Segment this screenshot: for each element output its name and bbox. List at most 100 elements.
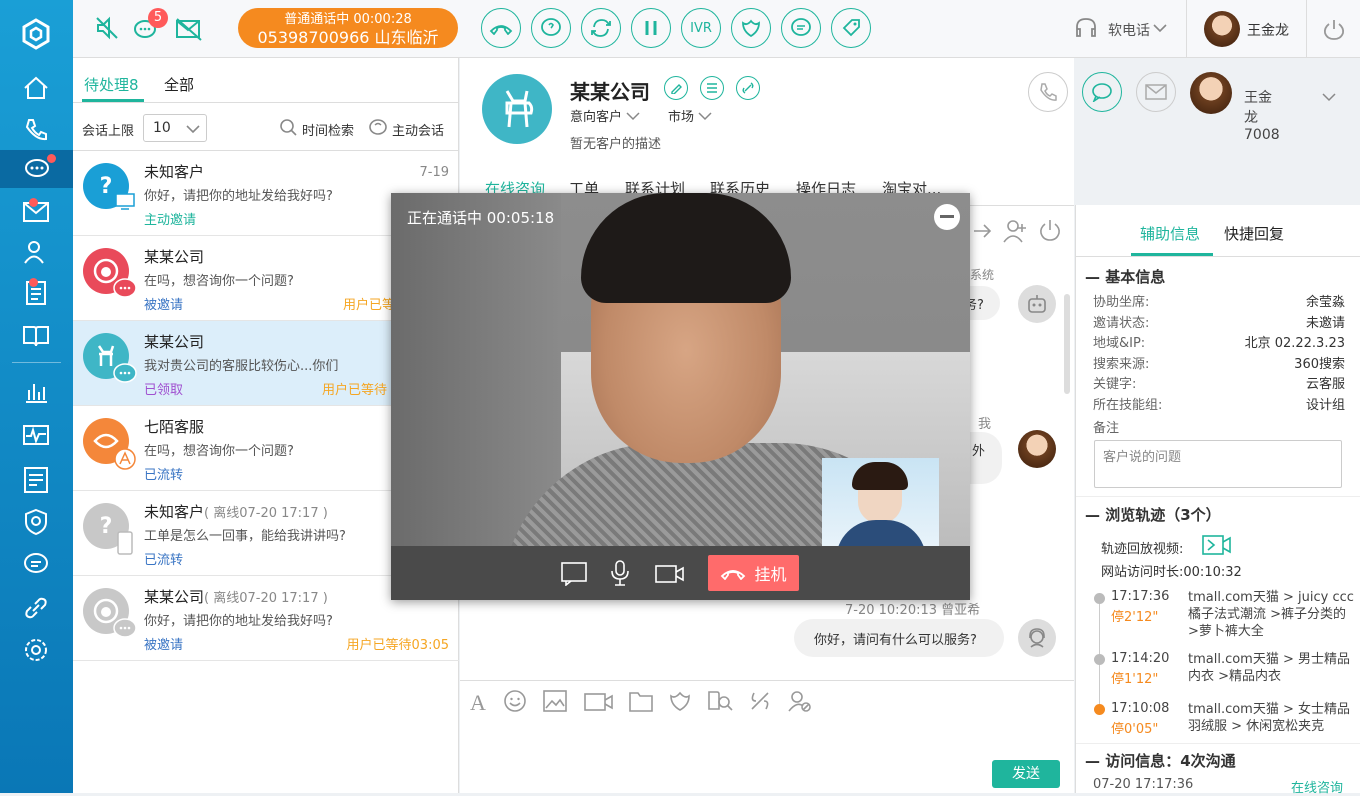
transfer-icon[interactable] [581,8,621,48]
checklist-icon[interactable] [18,464,54,496]
visit-info-title[interactable]: — 访问信息：4次沟通 [1085,750,1236,771]
video-call-window[interactable]: 正在通话中 00:05:18 挂机 [391,193,970,600]
kv-row: 关键字: 云客服 [1093,377,1345,392]
clipboard-icon[interactable] [18,276,54,308]
contacts-icon[interactable] [18,236,54,268]
wechat-badge-icon [113,278,137,298]
book-icon[interactable] [18,320,54,352]
track-path: tmall.com天猫 > 男士精品 内衣 >精品内衣 [1188,652,1351,684]
email-icon[interactable] [1136,72,1176,112]
message-icon[interactable] [781,8,821,48]
basic-info-title[interactable]: — 基本信息 [1085,266,1165,287]
mail-icon[interactable] [18,196,54,228]
system-label: 系统 [970,268,995,282]
link-icon[interactable] [18,592,54,624]
phone-icon[interactable] [18,114,54,146]
tag-icon[interactable] [831,8,871,48]
video-replay-icon[interactable] [1202,534,1232,556]
limit-value: 10 [153,120,171,136]
knowledge-search-icon[interactable] [707,689,733,713]
shield-icon[interactable] [18,506,54,538]
item-offline: ( 离线07-20 17:17 ) [204,506,328,521]
mute-icon[interactable] [95,16,121,44]
customer-name: 某某公司 [570,80,650,104]
chat-scrollbar[interactable] [1064,294,1070,394]
note-textarea[interactable]: 客户说的问题 [1094,440,1342,488]
hangup-icon[interactable] [481,8,521,48]
satisfaction-icon[interactable] [731,8,771,48]
hangup-icon [721,570,746,580]
item-name: 某某公司( 离线07-20 17:17 ) [144,588,328,606]
headset-icon[interactable] [1073,17,1099,45]
forward-icon[interactable] [972,220,994,242]
call-status-pill[interactable]: 普通通话中 00:00:28 05398700966 山东临沂 [238,8,458,48]
link-icon[interactable] [736,76,760,100]
assist-panel: 辅助信息 快捷回复 — 基本信息 协助坐席: 余莹淼 邀请状态: 未邀请 地域&IP… [1075,205,1360,796]
search-icon[interactable] [279,118,297,140]
chevron-down-icon[interactable] [1153,22,1167,37]
customer-tag-1[interactable]: 意向客户 [570,106,640,125]
chevron-down-icon [698,112,712,121]
tab-all[interactable]: 全部 [164,74,194,95]
tab-pending[interactable]: 待处理8 [84,74,139,95]
customer-tag-2[interactable]: 市场 [668,106,712,125]
active-chat-icon[interactable] [368,118,388,140]
chat-toggle-icon[interactable] [561,562,587,586]
consult-icon[interactable] [531,8,571,48]
tab-assist-info[interactable]: 辅助信息 [1140,223,1200,244]
timeline-dot-current [1094,704,1105,715]
hangup-button[interactable]: 挂机 [708,555,799,591]
item-time: 7-19 [419,165,449,180]
pause-icon[interactable] [631,8,671,48]
timeline-dot [1094,654,1105,665]
home-icon[interactable] [18,72,54,104]
kv-row: 所在技能组: 设计组 [1093,398,1345,413]
minimize-icon[interactable] [934,204,960,230]
kv-row: 搜索来源: 360搜索 [1093,357,1345,372]
microphone-icon[interactable] [609,559,631,587]
folder-icon[interactable] [629,690,653,712]
track-title[interactable]: — 浏览轨迹（3个） [1085,504,1221,525]
settings-icon[interactable] [18,634,54,666]
ivr-button[interactable]: IVR [681,8,721,48]
agent-name: 王金龙 [1247,23,1289,39]
call-number: 05398700966 山东临沂 [257,28,439,47]
item-status: 主动邀请 [144,213,197,228]
emoji-icon[interactable] [503,689,527,713]
item-status: 已流转 [144,553,184,568]
active-chat-link[interactable]: 主动会话 [392,120,444,139]
agent-avatar[interactable] [1204,11,1240,47]
softphone-label[interactable]: 软电话 [1108,20,1150,40]
add-user-icon[interactable] [1002,218,1028,244]
monitor-icon[interactable] [18,420,54,452]
screenshot-icon[interactable] [748,689,772,713]
power-icon[interactable] [1322,18,1346,46]
tab-quick-reply[interactable]: 快捷回复 [1224,223,1284,244]
satisfaction-icon[interactable] [668,689,692,713]
limit-select[interactable]: 10 [143,114,207,142]
time-search-link[interactable]: 时间检索 [302,120,354,139]
call-status-text: 正在通话中 00:05:18 [407,209,555,227]
chevron-down-icon [626,112,640,121]
kv-row: 地域&IP: 北京 02.22.3.23 [1093,336,1345,351]
chat-bubble-icon[interactable] [1082,72,1122,112]
edit-icon[interactable] [664,76,688,100]
send-button[interactable]: 发送 [992,760,1060,788]
transfer-agent-icon[interactable] [787,689,813,713]
image-icon[interactable] [543,690,567,712]
wechat-badge-icon [113,618,137,638]
message-icon[interactable] [18,548,54,580]
list-icon[interactable] [700,76,724,100]
replay-label: 轨迹回放视频: [1101,542,1184,557]
camera-icon[interactable] [655,564,685,584]
bar-chart-icon[interactable] [18,376,54,408]
video-icon[interactable] [584,692,614,712]
agent-avatar [1018,430,1056,468]
call-icon[interactable] [1028,72,1068,112]
font-icon[interactable]: A [470,690,486,716]
mail-off-icon[interactable] [175,17,203,45]
chat-icon[interactable] [0,150,73,188]
power-icon[interactable] [1038,218,1062,244]
item-wait: 用户已等待03:05 [346,638,449,653]
kv-row: 邀请状态: 未邀请 [1093,316,1345,331]
